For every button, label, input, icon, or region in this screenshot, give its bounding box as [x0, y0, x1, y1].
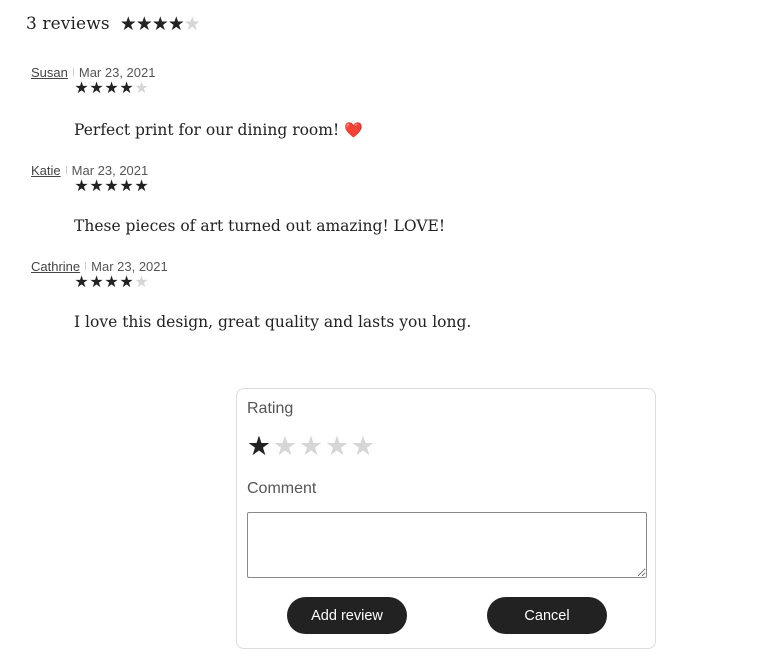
add-review-form: Rating ★ ★ ★ ★ ★ Comment Add review Canc…	[236, 388, 656, 649]
star-icon: ★	[119, 80, 134, 97]
rating-star-2[interactable]: ★	[272, 433, 298, 460]
review-author-link[interactable]: Katie	[31, 163, 61, 178]
review-star-rating: ★ ★ ★ ★ ★	[74, 81, 149, 97]
star-icon: ★	[89, 80, 104, 97]
add-review-button[interactable]: Add review	[287, 597, 407, 634]
comment-label: Comment	[247, 480, 317, 497]
star-icon: ★	[74, 80, 89, 97]
star-icon: ★	[89, 178, 104, 195]
star-icon: ★	[74, 274, 89, 291]
review-author-link[interactable]: Susan	[31, 65, 68, 80]
star-icon: ★	[104, 80, 119, 97]
review-date: Mar 23, 2021	[71, 162, 149, 178]
rating-input[interactable]: ★ ★ ★ ★ ★	[246, 433, 376, 460]
meta-divider	[85, 262, 87, 270]
summary-star-rating: ★ ★ ★ ★ ★	[119, 13, 201, 35]
review-item: Susan Mar 23, 2021 ★ ★ ★ ★ ★ Perfect pri…	[31, 64, 731, 154]
rating-star-1[interactable]: ★	[246, 433, 272, 460]
review-body: Perfect print for our dining room!	[74, 121, 340, 139]
reviews-summary: 3 reviews ★ ★ ★ ★ ★	[26, 12, 201, 36]
review-meta: Cathrine Mar 23, 2021	[31, 258, 731, 274]
star-icon: ★	[167, 13, 185, 35]
meta-divider	[65, 166, 67, 174]
rating-label: Rating	[247, 400, 294, 417]
star-icon: ★	[119, 13, 137, 35]
cancel-button[interactable]: Cancel	[487, 597, 607, 634]
review-star-rating: ★ ★ ★ ★ ★	[74, 179, 149, 195]
rating-star-5[interactable]: ★	[350, 433, 376, 460]
star-icon: ★	[119, 178, 134, 195]
star-outline-icon: ★	[134, 274, 149, 291]
review-author-link[interactable]: Cathrine	[31, 259, 80, 274]
star-outline-icon: ★	[183, 13, 201, 35]
review-meta: Katie Mar 23, 2021	[31, 162, 731, 178]
review-item: Katie Mar 23, 2021 ★ ★ ★ ★ ★ These piece…	[31, 162, 731, 252]
review-text: I love this design, great quality and la…	[74, 313, 472, 331]
review-text: These pieces of art turned out amazing! …	[74, 217, 446, 235]
review-star-rating: ★ ★ ★ ★ ★	[74, 275, 149, 291]
rating-star-4[interactable]: ★	[324, 433, 350, 460]
review-date: Mar 23, 2021	[78, 64, 156, 80]
review-text: Perfect print for our dining room! ❤️	[74, 121, 363, 139]
comment-textarea[interactable]	[247, 512, 647, 578]
review-count: 3 reviews	[26, 14, 110, 34]
review-meta: Susan Mar 23, 2021	[31, 64, 731, 80]
review-date: Mar 23, 2021	[91, 258, 168, 274]
rating-star-3[interactable]: ★	[298, 433, 324, 460]
star-icon: ★	[74, 178, 89, 195]
meta-divider	[72, 68, 74, 76]
star-icon: ★	[104, 274, 119, 291]
star-outline-icon: ★	[134, 80, 149, 97]
heart-icon: ❤️	[344, 121, 363, 139]
star-icon: ★	[135, 13, 153, 35]
star-icon: ★	[119, 274, 134, 291]
review-item: Cathrine Mar 23, 2021 ★ ★ ★ ★ ★ I love t…	[31, 258, 731, 348]
star-icon: ★	[134, 178, 149, 195]
star-icon: ★	[104, 178, 119, 195]
star-icon: ★	[89, 274, 104, 291]
star-icon: ★	[151, 13, 169, 35]
